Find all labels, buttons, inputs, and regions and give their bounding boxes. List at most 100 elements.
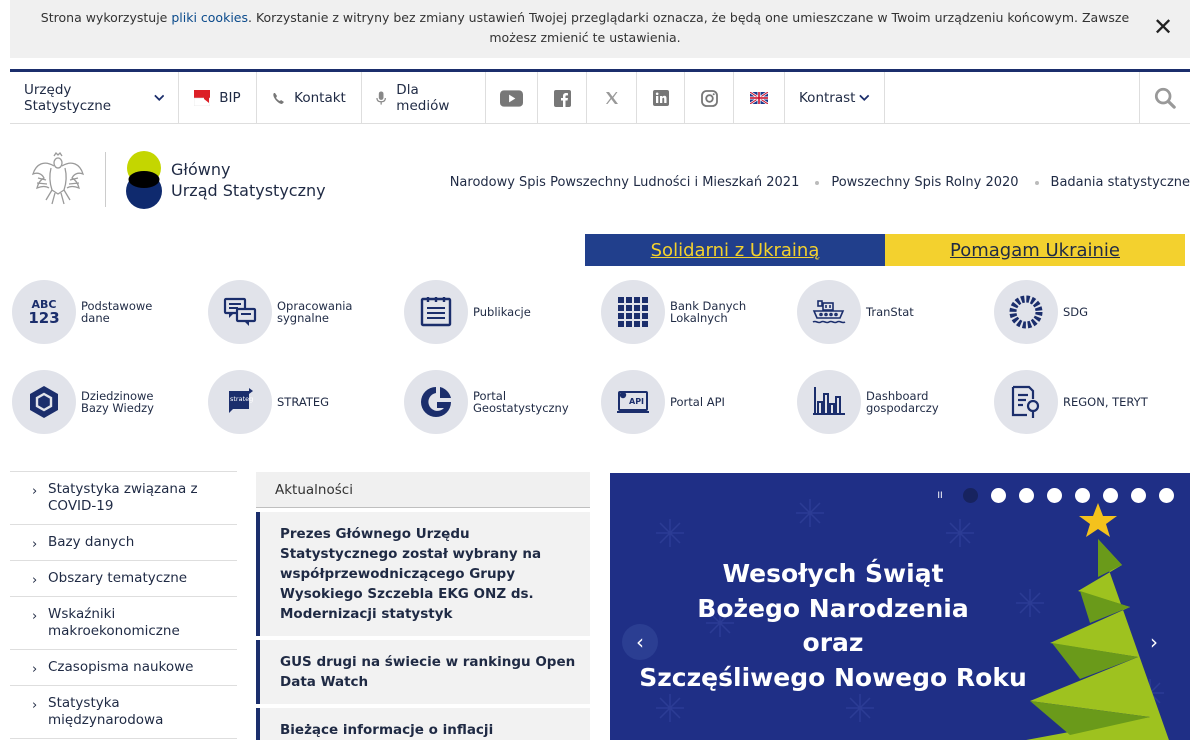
cookie-policy-link[interactable]: pliki cookies <box>171 10 248 25</box>
top-navigation: Urzędy Statystyczne BIP Kontakt Dla medi… <box>10 69 1190 124</box>
sdg-wheel-icon <box>994 280 1058 344</box>
chevron-right-icon: › <box>32 698 38 713</box>
polish-eagle-emblem-icon <box>32 152 84 205</box>
cookie-text: Strona wykorzystuje pliki cookies. Korzy… <box>30 8 1140 48</box>
pause-icon[interactable]: II <box>930 491 950 501</box>
logo-line-2: Urząd Statystyczny <box>171 181 326 200</box>
facebook-link[interactable] <box>538 72 587 124</box>
cookie-text-after: . Korzystanie z witryny bez zmiany ustaw… <box>248 10 1130 45</box>
tile-label-line-2: Lokalnych <box>670 311 728 325</box>
abc123-icon: ABC 123 <box>12 280 76 344</box>
slider-dot[interactable] <box>991 488 1006 503</box>
strateg-badge-text: strateg <box>230 395 254 403</box>
sidebar-item-covid[interactable]: › Statystyka związana z COVID-19 <box>10 472 237 525</box>
tile-label-line-2: dane <box>81 311 110 325</box>
slider-next-icon[interactable]: › <box>1136 624 1172 660</box>
offices-dropdown[interactable]: Urzędy Statystyczne <box>10 72 179 124</box>
search-icon <box>1154 87 1176 109</box>
chevron-down-icon <box>153 94 164 101</box>
phone-icon <box>273 92 285 104</box>
contrast-label: Kontrast <box>799 90 856 106</box>
tile-strateg[interactable]: strateg STRATEG <box>208 370 387 434</box>
agricultural-census-link[interactable]: Powszechny Spis Rolny 2020 <box>831 175 1018 190</box>
slider-dot[interactable] <box>1019 488 1034 503</box>
slider-line-3: oraz <box>802 628 864 657</box>
linkedin-link[interactable] <box>637 72 685 124</box>
help-ukraine-label: Pomagam Ukrainie <box>949 239 1120 261</box>
gus-logo-icon[interactable] <box>124 151 164 209</box>
separator-dot <box>1034 180 1039 185</box>
tile-economic-dashboard[interactable]: Dashboard gospodarczy <box>797 370 976 434</box>
statistical-surveys-link[interactable]: Badania statystyczne <box>1051 175 1190 190</box>
tile-regon-teryt[interactable]: REGON, TERYT <box>994 370 1173 434</box>
ukraine-banner: Solidarni z Ukrainą Pomagam Ukrainie <box>585 234 1185 266</box>
chevron-right-icon: › <box>32 609 38 624</box>
census-2021-link[interactable]: Narodowy Spis Powszechny Ludności i Mies… <box>450 175 800 190</box>
tile-geostatistical-portal[interactable]: Portal Geostatystyczny <box>404 370 583 434</box>
news-item[interactable]: Prezes Głównego Urzędu Statystycznego zo… <box>256 512 590 636</box>
tile-local-data-bank[interactable]: Bank Danych Lokalnych <box>601 280 780 344</box>
sidebar-item-journals[interactable]: › Czasopisma naukowe <box>10 650 237 686</box>
slider-dot[interactable] <box>1131 488 1146 503</box>
logo-line-1: Główny <box>171 160 231 179</box>
slider-dot[interactable] <box>1075 488 1090 503</box>
linkedin-icon <box>652 90 669 106</box>
nav-spacer <box>885 72 1140 123</box>
tile-label: STRATEG <box>277 396 387 408</box>
bip-link[interactable]: BIP <box>179 72 257 124</box>
news-section: Aktualności Prezes Głównego Urzędu Staty… <box>256 472 590 740</box>
tile-label-line-1: TranStat <box>866 305 914 319</box>
chevron-right-icon: › <box>32 662 38 677</box>
chat-icon <box>208 280 272 344</box>
slider-dot-active[interactable] <box>963 488 978 503</box>
sidebar-item-macro-indicators[interactable]: › Wskaźniki makroekonomiczne <box>10 597 237 650</box>
x-link[interactable] <box>587 72 637 124</box>
tile-publications[interactable]: Publikacje <box>404 280 583 344</box>
facebook-icon <box>553 89 571 107</box>
contact-link[interactable]: Kontakt <box>257 72 362 124</box>
tile-label-line-1: STRATEG <box>277 395 330 409</box>
ship-icon <box>797 280 861 344</box>
instagram-link[interactable] <box>685 72 734 124</box>
close-icon[interactable]: ✕ <box>1150 14 1176 40</box>
tile-label-line-1: SDG <box>1063 305 1089 319</box>
tile-domain-knowledge-bases[interactable]: Dziedzinowe Bazy Wiedzy <box>12 370 191 434</box>
tile-transtat[interactable]: TranStat <box>797 280 976 344</box>
news-item[interactable]: Bieżące informacje o inflacji <box>256 708 590 740</box>
search-button[interactable] <box>1140 72 1190 124</box>
slider-dot[interactable] <box>1159 488 1174 503</box>
slider-prev-icon[interactable]: ‹ <box>622 624 658 660</box>
abc-text: ABC <box>31 297 57 311</box>
tile-signal-reports[interactable]: Opracowania sygnalne <box>208 280 387 344</box>
tile-api-portal[interactable]: API Portal API <box>601 370 780 434</box>
tile-label-line-2: gospodarczy <box>866 401 939 415</box>
slider-dot[interactable] <box>1047 488 1062 503</box>
tile-label: Portal API <box>670 396 780 408</box>
help-ukraine-link[interactable]: Pomagam Ukrainie <box>885 234 1185 266</box>
sidebar-item-thematic-areas[interactable]: › Obszary tematyczne <box>10 561 237 597</box>
tile-sdg[interactable]: SDG <box>994 280 1173 344</box>
media-link[interactable]: Dla mediów <box>362 72 486 124</box>
sidebar-item-label: Obszary tematyczne <box>48 570 188 586</box>
youtube-link[interactable] <box>486 72 538 124</box>
slider-dot[interactable] <box>1103 488 1118 503</box>
solidarity-ukraine-link[interactable]: Solidarni z Ukrainą <box>585 234 885 266</box>
geo-icon <box>404 370 468 434</box>
api-icon: API <box>601 370 665 434</box>
contrast-toggle[interactable]: Kontrast <box>785 72 885 124</box>
tile-label: Dashboard gospodarczy <box>866 390 976 414</box>
tile-label: Opracowania sygnalne <box>277 300 387 324</box>
document-icon <box>404 280 468 344</box>
tile-label-line-2: sygnalne <box>277 311 329 325</box>
chevron-right-icon: › <box>32 573 38 588</box>
news-item[interactable]: GUS drugi na świecie w rankingu Open Dat… <box>256 640 590 704</box>
english-version-link[interactable] <box>734 72 785 124</box>
tile-label: REGON, TERYT <box>1063 396 1173 408</box>
logo-text[interactable]: Główny Urząd Statystyczny <box>171 159 326 201</box>
hero-slider: II Wesołych Świąt Bożego Narodzenia oraz… <box>610 473 1190 740</box>
sidebar-item-international[interactable]: › Statystyka międzynarodowa <box>10 686 237 739</box>
sidebar-item-databases[interactable]: › Bazy danych <box>10 525 237 561</box>
tile-basic-data[interactable]: ABC 123 Podstawowe dane <box>12 280 191 344</box>
cookie-bar: Strona wykorzystuje pliki cookies. Korzy… <box>10 0 1190 58</box>
hexagon-icon <box>12 370 76 434</box>
